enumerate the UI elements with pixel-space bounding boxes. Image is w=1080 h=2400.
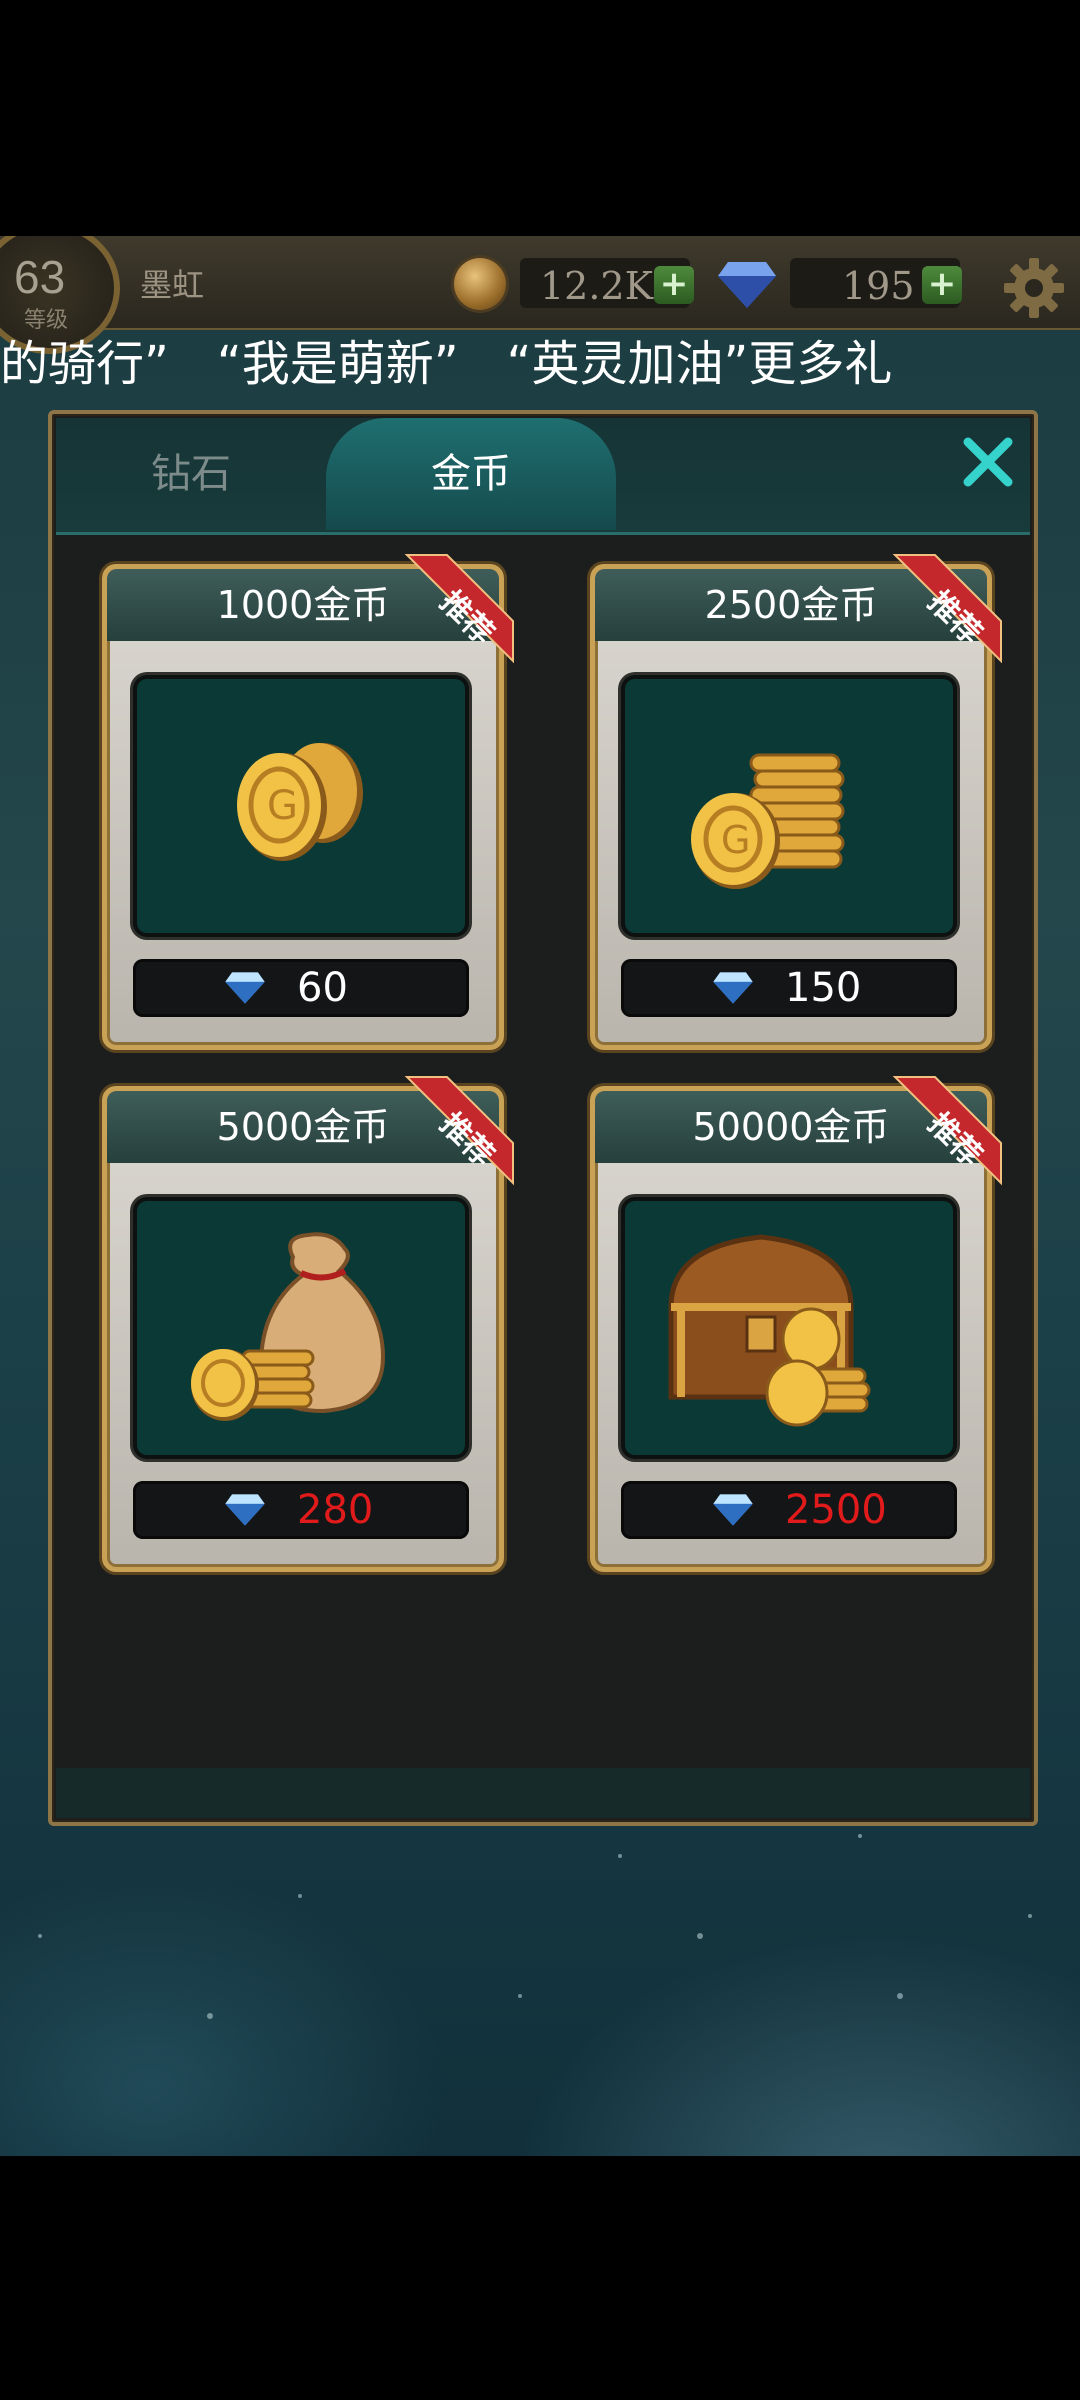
coins-small-icon: G [237,743,363,861]
pack-card-50000[interactable]: 50000金币 2500 推荐 [590,1076,1002,1572]
pack-art-frame [133,1197,469,1459]
diamond-amount: 195 [842,264,915,308]
price-bar: 280 [133,1481,469,1539]
add-gold-button[interactable]: + [654,266,694,304]
price-bar: 150 [621,959,957,1017]
price-bar: 2500 [621,1481,957,1539]
svg-text:G: G [267,783,298,829]
recommended-ribbon: 推荐 [404,554,514,664]
top-hud: 63 等级 墨虹 12.2K + 195 + [0,236,1080,354]
tab-bar: 钻石 金币 [56,418,1030,535]
diamond-icon [713,1494,753,1526]
diamond-icon [713,972,753,1004]
player-name: 墨虹 [140,266,205,304]
tab-diamond[interactable]: 钻石 [56,418,326,530]
price-bar: 60 [133,959,469,1017]
price-value: 60 [297,965,348,1011]
add-diamond-button[interactable]: + [922,266,962,304]
tab-gold[interactable]: 金币 [326,418,616,530]
recommended-ribbon: 推荐 [892,1076,1002,1186]
pack-card-1000[interactable]: 1000金币 G 60 推荐 [102,554,514,1050]
price-value: 2500 [785,1487,887,1533]
close-icon[interactable] [956,430,1020,494]
ribbon-label: 推荐 [921,584,988,651]
coin-bag-icon [191,1232,386,1421]
diamond-icon [225,1494,265,1526]
price-value: 280 [297,1487,374,1533]
dialog-footer [56,1768,1030,1818]
ribbon-label: 推荐 [433,584,500,651]
gold-shop-dialog: 钻石 金币 1000金币 G 60 推荐 2500金币 G 150 推荐 500… [48,410,1038,1826]
pack-art-frame: G [621,675,957,937]
gold-amount: 12.2K [540,264,653,308]
ribbon-label: 推荐 [433,1106,500,1173]
ribbon-label: 推荐 [921,1106,988,1173]
diamond-icon [718,262,776,308]
pack-art-frame [621,1197,957,1459]
recommended-ribbon: 推荐 [404,1076,514,1186]
announcement-marquee: 的骑行” “我是萌新” “英灵加油”更多礼 [0,336,893,392]
recommended-ribbon: 推荐 [892,554,1002,664]
coin-stack-icon: G [691,753,845,889]
diamond-icon [225,972,265,1004]
level-number: 63 [14,251,66,303]
svg-text:G: G [721,818,750,862]
price-value: 150 [785,965,862,1011]
gold-coin-icon [454,258,506,310]
treasure-chest-icon [668,1234,871,1427]
pack-art-frame: G [133,675,469,937]
pack-card-2500[interactable]: 2500金币 G 150 推荐 [590,554,1002,1050]
game-background: 63 等级 墨虹 12.2K + 195 + 的骑行” “我是萌新” “英灵加油… [0,236,1080,2156]
settings-gear-icon[interactable] [1002,256,1066,320]
pack-card-5000[interactable]: 5000金币 280 推荐 [102,1076,514,1572]
